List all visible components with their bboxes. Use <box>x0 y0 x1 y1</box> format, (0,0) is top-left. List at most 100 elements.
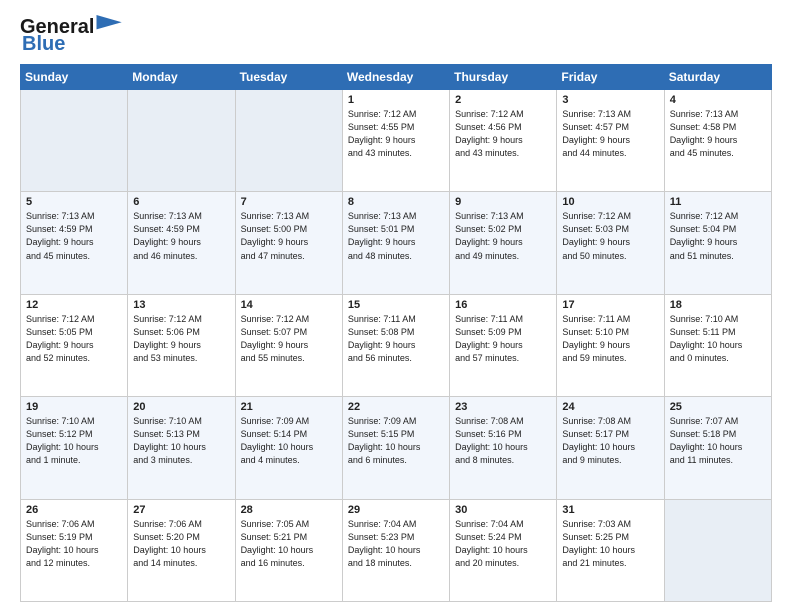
weekday-header-saturday: Saturday <box>664 65 771 90</box>
day-info: Sunrise: 7:11 AM Sunset: 5:10 PM Dayligh… <box>562 313 658 365</box>
day-cell-14: 14 Sunrise: 7:12 AM Sunset: 5:07 PM Dayli… <box>235 294 342 396</box>
day-cell-6: 6 Sunrise: 7:13 AM Sunset: 4:59 PM Daylig… <box>128 192 235 294</box>
day-cell-23: 23 Sunrise: 7:08 AM Sunset: 5:16 PM Dayli… <box>450 397 557 499</box>
day-info: Sunrise: 7:11 AM Sunset: 5:08 PM Dayligh… <box>348 313 444 365</box>
day-cell-26: 26Sunrise: 7:06 AM Sunset: 5:19 PM Dayli… <box>21 499 128 601</box>
day-cell-13: 13 Sunrise: 7:12 AM Sunset: 5:06 PM Dayli… <box>128 294 235 396</box>
day-number: 28 <box>241 504 337 516</box>
day-info: Sunrise: 7:13 AM Sunset: 4:58 PM Dayligh… <box>670 108 766 160</box>
day-info: Sunrise: 7:08 AM Sunset: 5:16 PM Dayligh… <box>455 415 551 467</box>
empty-cell <box>128 90 235 192</box>
day-cell-27: 27Sunrise: 7:06 AM Sunset: 5:20 PM Dayli… <box>128 499 235 601</box>
day-info: Sunrise: 7:13 AM Sunset: 5:00 PM Dayligh… <box>241 210 337 262</box>
day-number: 19 <box>26 401 122 413</box>
day-number: 25 <box>670 401 766 413</box>
day-info: Sunrise: 7:13 AM Sunset: 5:02 PM Dayligh… <box>455 210 551 262</box>
day-number: 4 <box>670 94 766 106</box>
day-info: Sunrise: 7:12 AM Sunset: 5:07 PM Dayligh… <box>241 313 337 365</box>
day-info: Sunrise: 7:09 AM Sunset: 5:14 PM Dayligh… <box>241 415 337 467</box>
day-cell-5: 5 Sunrise: 7:13 AM Sunset: 4:59 PM Daylig… <box>21 192 128 294</box>
calendar-table: SundayMondayTuesdayWednesdayThursdayFrid… <box>20 64 772 602</box>
day-number: 16 <box>455 299 551 311</box>
day-cell-29: 29 Sunrise: 7:04 AM Sunset: 5:23 PM Dayli… <box>342 499 449 601</box>
day-number: 14 <box>241 299 337 311</box>
day-cell-10: 10 Sunrise: 7:12 AM Sunset: 5:03 PM Dayli… <box>557 192 664 294</box>
day-number: 11 <box>670 196 766 208</box>
day-cell-11: 11Sunrise: 7:12 AM Sunset: 5:04 PM Dayli… <box>664 192 771 294</box>
day-info: Sunrise: 7:10 AM Sunset: 5:12 PM Dayligh… <box>26 415 122 467</box>
day-cell-4: 4 Sunrise: 7:13 AM Sunset: 4:58 PM Daylig… <box>664 90 771 192</box>
day-cell-31: 31Sunrise: 7:03 AM Sunset: 5:25 PM Dayli… <box>557 499 664 601</box>
day-number: 5 <box>26 196 122 208</box>
day-cell-9: 9 Sunrise: 7:13 AM Sunset: 5:02 PM Daylig… <box>450 192 557 294</box>
week-row-4: 19 Sunrise: 7:10 AM Sunset: 5:12 PM Dayli… <box>21 397 772 499</box>
weekday-header-thursday: Thursday <box>450 65 557 90</box>
day-info: Sunrise: 7:11 AM Sunset: 5:09 PM Dayligh… <box>455 313 551 365</box>
day-info: Sunrise: 7:13 AM Sunset: 4:59 PM Dayligh… <box>133 210 229 262</box>
week-row-2: 5 Sunrise: 7:13 AM Sunset: 4:59 PM Daylig… <box>21 192 772 294</box>
day-number: 9 <box>455 196 551 208</box>
day-info: Sunrise: 7:08 AM Sunset: 5:17 PM Dayligh… <box>562 415 658 467</box>
day-cell-2: 2Sunrise: 7:12 AM Sunset: 4:56 PM Daylig… <box>450 90 557 192</box>
weekday-header-wednesday: Wednesday <box>342 65 449 90</box>
weekday-header-row: SundayMondayTuesdayWednesdayThursdayFrid… <box>21 65 772 90</box>
day-cell-3: 3 Sunrise: 7:13 AM Sunset: 4:57 PM Daylig… <box>557 90 664 192</box>
day-info: Sunrise: 7:04 AM Sunset: 5:23 PM Dayligh… <box>348 518 444 570</box>
empty-cell <box>235 90 342 192</box>
day-cell-24: 24 Sunrise: 7:08 AM Sunset: 5:17 PM Dayli… <box>557 397 664 499</box>
header: General Blue <box>20 16 772 56</box>
day-info: Sunrise: 7:09 AM Sunset: 5:15 PM Dayligh… <box>348 415 444 467</box>
day-number: 13 <box>133 299 229 311</box>
day-number: 18 <box>670 299 766 311</box>
day-info: Sunrise: 7:13 AM Sunset: 4:59 PM Dayligh… <box>26 210 122 262</box>
day-cell-16: 16 Sunrise: 7:11 AM Sunset: 5:09 PM Dayli… <box>450 294 557 396</box>
day-cell-30: 30 Sunrise: 7:04 AM Sunset: 5:24 PM Dayli… <box>450 499 557 601</box>
day-info: Sunrise: 7:03 AM Sunset: 5:25 PM Dayligh… <box>562 518 658 570</box>
day-info: Sunrise: 7:04 AM Sunset: 5:24 PM Dayligh… <box>455 518 551 570</box>
week-row-5: 26Sunrise: 7:06 AM Sunset: 5:19 PM Dayli… <box>21 499 772 601</box>
day-number: 1 <box>348 94 444 106</box>
week-row-3: 12 Sunrise: 7:12 AM Sunset: 5:05 PM Dayli… <box>21 294 772 396</box>
day-number: 26 <box>26 504 122 516</box>
day-number: 3 <box>562 94 658 106</box>
day-number: 17 <box>562 299 658 311</box>
logo-flag-icon <box>96 15 124 33</box>
day-cell-7: 7 Sunrise: 7:13 AM Sunset: 5:00 PM Daylig… <box>235 192 342 294</box>
day-cell-1: 1Sunrise: 7:12 AM Sunset: 4:55 PM Daylig… <box>342 90 449 192</box>
day-number: 21 <box>241 401 337 413</box>
day-info: Sunrise: 7:12 AM Sunset: 5:03 PM Dayligh… <box>562 210 658 262</box>
page: General Blue SundayMondayTuesdayWednesda… <box>0 0 792 612</box>
day-info: Sunrise: 7:12 AM Sunset: 5:05 PM Dayligh… <box>26 313 122 365</box>
weekday-header-monday: Monday <box>128 65 235 90</box>
day-cell-20: 20Sunrise: 7:10 AM Sunset: 5:13 PM Dayli… <box>128 397 235 499</box>
day-info: Sunrise: 7:07 AM Sunset: 5:18 PM Dayligh… <box>670 415 766 467</box>
day-info: Sunrise: 7:13 AM Sunset: 4:57 PM Dayligh… <box>562 108 658 160</box>
day-cell-17: 17 Sunrise: 7:11 AM Sunset: 5:10 PM Dayli… <box>557 294 664 396</box>
day-number: 20 <box>133 401 229 413</box>
day-number: 12 <box>26 299 122 311</box>
logo-blue: Blue <box>22 33 65 56</box>
day-number: 10 <box>562 196 658 208</box>
day-info: Sunrise: 7:12 AM Sunset: 5:06 PM Dayligh… <box>133 313 229 365</box>
day-info: Sunrise: 7:06 AM Sunset: 5:20 PM Dayligh… <box>133 518 229 570</box>
day-cell-15: 15Sunrise: 7:11 AM Sunset: 5:08 PM Dayli… <box>342 294 449 396</box>
day-cell-21: 21 Sunrise: 7:09 AM Sunset: 5:14 PM Dayli… <box>235 397 342 499</box>
day-number: 29 <box>348 504 444 516</box>
day-info: Sunrise: 7:13 AM Sunset: 5:01 PM Dayligh… <box>348 210 444 262</box>
day-number: 24 <box>562 401 658 413</box>
day-cell-18: 18 Sunrise: 7:10 AM Sunset: 5:11 PM Dayli… <box>664 294 771 396</box>
day-number: 23 <box>455 401 551 413</box>
day-number: 7 <box>241 196 337 208</box>
day-number: 22 <box>348 401 444 413</box>
day-cell-25: 25 Sunrise: 7:07 AM Sunset: 5:18 PM Dayli… <box>664 397 771 499</box>
day-cell-19: 19 Sunrise: 7:10 AM Sunset: 5:12 PM Dayli… <box>21 397 128 499</box>
day-cell-12: 12 Sunrise: 7:12 AM Sunset: 5:05 PM Dayli… <box>21 294 128 396</box>
day-number: 30 <box>455 504 551 516</box>
empty-cell <box>664 499 771 601</box>
weekday-header-sunday: Sunday <box>21 65 128 90</box>
day-number: 8 <box>348 196 444 208</box>
day-number: 6 <box>133 196 229 208</box>
day-cell-22: 22 Sunrise: 7:09 AM Sunset: 5:15 PM Dayli… <box>342 397 449 499</box>
day-info: Sunrise: 7:10 AM Sunset: 5:11 PM Dayligh… <box>670 313 766 365</box>
weekday-header-tuesday: Tuesday <box>235 65 342 90</box>
